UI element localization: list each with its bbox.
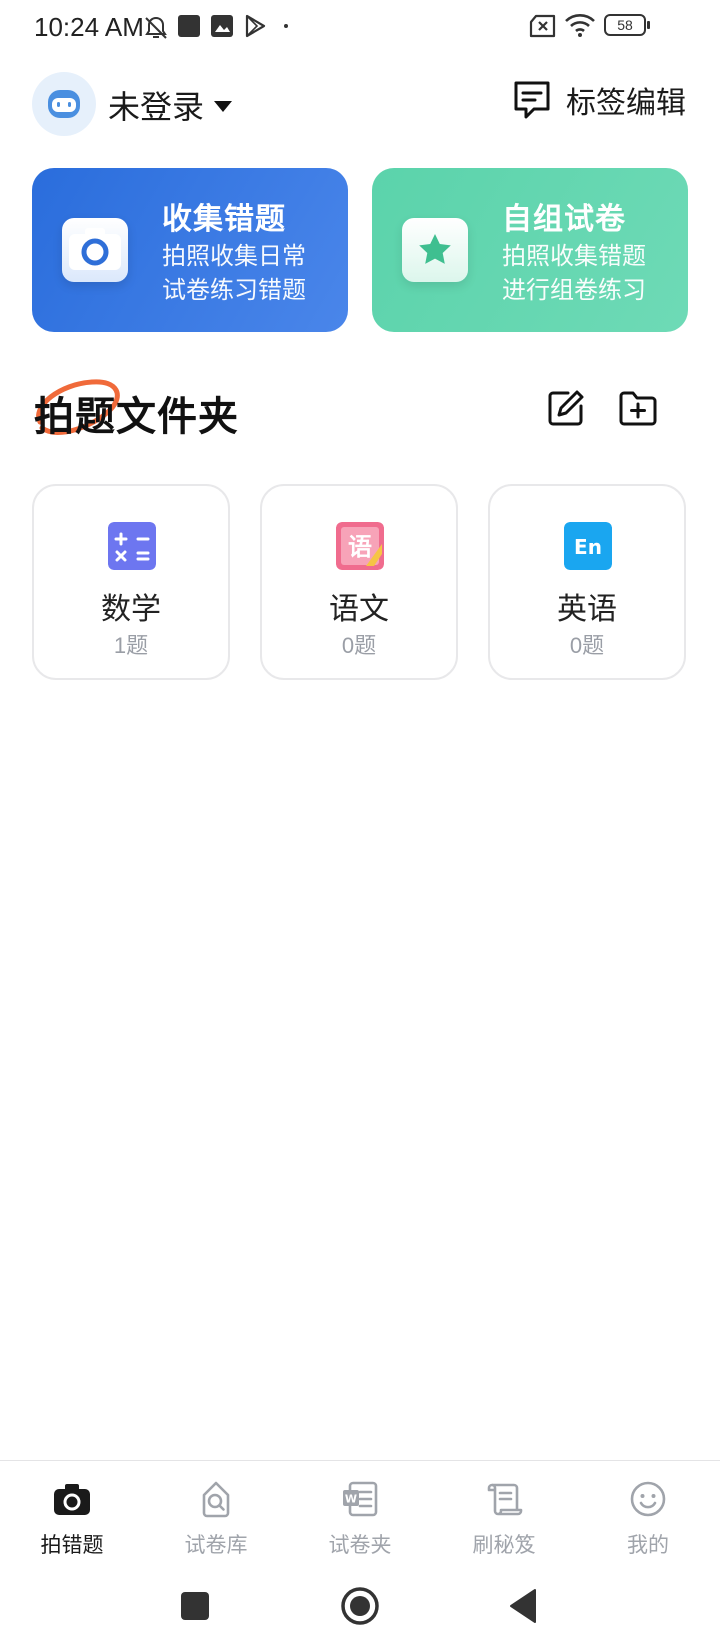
back-button[interactable] (508, 1588, 538, 1624)
edit-folder-icon[interactable] (546, 388, 586, 428)
wifi-icon (565, 14, 595, 37)
math-icon (108, 522, 156, 570)
tab-label: 拍错题 (40, 1534, 104, 1557)
status-bar: 10:24 AM 58 (0, 0, 720, 54)
add-folder-icon[interactable] (618, 388, 658, 428)
compose-card-title: 自组试卷 (502, 203, 626, 236)
svg-text:W: W (345, 1493, 357, 1506)
tab-secret-guide[interactable]: 刷秘笈 (432, 1461, 576, 1571)
dot-icon (284, 24, 288, 28)
word-doc-icon: W (343, 1481, 378, 1517)
subject-card-math[interactable]: 数学 1题 (32, 484, 230, 680)
compose-paper-card[interactable]: 自组试卷 拍照收集错题 进行组卷练习 (372, 168, 688, 332)
english-icon: En (564, 522, 612, 570)
tag-edit-button[interactable]: 标签编辑 (512, 78, 686, 122)
smile-icon (630, 1481, 666, 1517)
tab-profile[interactable]: 我的 (576, 1461, 720, 1571)
collect-card-desc-1: 拍照收集日常 (162, 243, 306, 270)
avatar[interactable] (32, 72, 96, 136)
status-time: 10:24 AM (34, 12, 144, 42)
recent-apps-button[interactable] (181, 1592, 209, 1620)
svg-text:语: 语 (348, 533, 372, 561)
tab-label: 我的 (627, 1534, 669, 1557)
tab-paper-library[interactable]: 试卷库 (144, 1461, 288, 1571)
search-doc-icon (202, 1481, 230, 1518)
tab-label: 刷秘笈 (472, 1534, 536, 1557)
svg-text:En: En (574, 535, 602, 559)
tag-edit-icon (514, 81, 550, 119)
star-icon (402, 218, 468, 282)
collect-card-title: 收集错题 (162, 203, 286, 236)
subject-name: 语文 (329, 593, 389, 626)
battery-tip (647, 21, 650, 29)
image-app-icon (211, 15, 233, 37)
scroll-icon (487, 1483, 523, 1516)
subject-count: 0题 (341, 633, 377, 658)
play-store-icon (245, 14, 266, 38)
battery-level: 58 (617, 17, 633, 33)
home-button[interactable] (340, 1586, 380, 1626)
tab-paper-folder[interactable]: W 试卷夹 (288, 1461, 432, 1571)
tab-label: 试卷夹 (328, 1534, 392, 1557)
compose-card-desc-2: 进行组卷练习 (502, 277, 646, 304)
robot-avatar-icon (48, 90, 80, 118)
no-sim-icon (529, 14, 556, 38)
mute-bell-icon (145, 16, 167, 39)
login-selector[interactable]: 未登录 (108, 82, 233, 128)
subject-count: 1题 (113, 633, 149, 658)
subject-card-chinese[interactable]: 语 语文 0题 (260, 484, 458, 680)
subject-card-english[interactable]: En 英语 0题 (488, 484, 686, 680)
subject-name: 数学 (101, 593, 161, 626)
header: 未登录 标签编辑 (0, 66, 720, 140)
camera-icon (54, 1484, 90, 1515)
collect-card-desc-2: 试卷练习错题 (162, 277, 306, 304)
subject-count: 0题 (569, 633, 605, 658)
caret-down-icon (214, 100, 233, 112)
tag-edit-label: 标签编辑 (566, 87, 686, 120)
square-app-icon (178, 15, 200, 37)
collect-mistakes-card[interactable]: 收集错题 拍照收集日常 试卷练习错题 (32, 168, 348, 332)
system-nav-bar (0, 1570, 720, 1650)
subject-name: 英语 (557, 593, 617, 626)
folder-section-title: 拍题文件夹 (34, 395, 239, 439)
login-label: 未登录 (108, 89, 205, 125)
tab-label: 试卷库 (184, 1534, 248, 1557)
battery-icon: 58 (604, 14, 646, 36)
bottom-tab-bar: 拍错题 试卷库 W 试卷夹 刷秘笈 我的 (0, 1460, 720, 1570)
camera-icon (62, 218, 128, 282)
compose-card-desc-1: 拍照收集错题 (502, 243, 646, 270)
tab-capture-mistakes[interactable]: 拍错题 (0, 1461, 144, 1571)
chinese-icon: 语 (336, 522, 384, 570)
